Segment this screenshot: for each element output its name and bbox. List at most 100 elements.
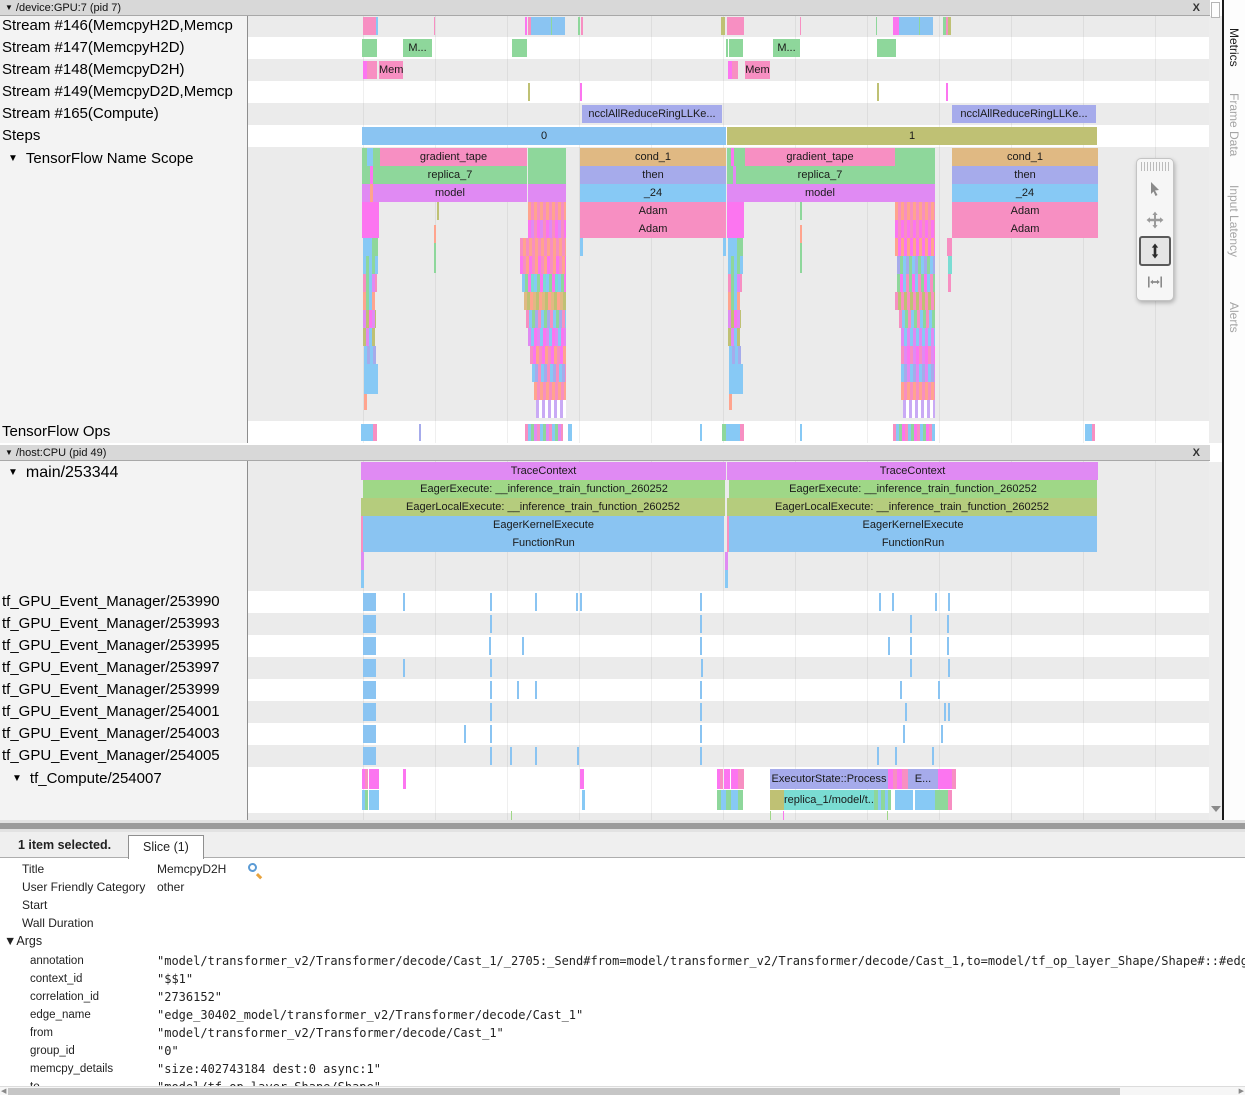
slice[interactable]: [362, 184, 370, 202]
slice-adam[interactable]: Adam: [952, 220, 1098, 238]
slice[interactable]: [363, 274, 377, 292]
event-tick-slice[interactable]: [517, 681, 519, 699]
tab-slice[interactable]: Slice (1): [128, 835, 204, 859]
slice[interactable]: [736, 166, 745, 184]
slice[interactable]: [877, 39, 896, 57]
slice[interactable]: [729, 39, 743, 57]
event-tick-slice[interactable]: [938, 681, 940, 699]
tab-input-latency[interactable]: Input Latency: [1227, 185, 1241, 257]
slice[interactable]: [728, 310, 741, 328]
slice-executorstate-process[interactable]: ExecutorState::Process: [770, 769, 888, 789]
collapse-arrow-icon[interactable]: ▼: [8, 467, 18, 478]
slice[interactable]: [738, 769, 744, 789]
tab-metrics[interactable]: Metrics: [1227, 28, 1241, 67]
gpu-scrollbar-thumb[interactable]: [1211, 2, 1220, 18]
slice[interactable]: [361, 552, 364, 570]
slice[interactable]: [434, 243, 436, 273]
zoom-tool-button[interactable]: [1139, 236, 1171, 266]
slice[interactable]: [361, 570, 364, 588]
event-tick-slice[interactable]: [910, 659, 912, 677]
event-manager-slice[interactable]: [363, 725, 376, 743]
slice[interactable]: [731, 769, 738, 789]
slice[interactable]: [419, 424, 421, 441]
slice[interactable]: [948, 256, 952, 274]
slice-ncclallreduceringllke[interactable]: ncclAllReduceRingLLKe...: [582, 105, 722, 123]
slice[interactable]: [727, 17, 744, 35]
slice[interactable]: [738, 790, 743, 810]
slice[interactable]: [731, 790, 738, 810]
slice-24[interactable]: _24: [952, 184, 1098, 202]
slice[interactable]: [568, 424, 572, 441]
slice-e[interactable]: E...: [908, 769, 938, 789]
slice[interactable]: [363, 310, 376, 328]
slice[interactable]: [726, 39, 728, 57]
slice[interactable]: [895, 292, 935, 310]
slice[interactable]: [725, 570, 728, 588]
slice[interactable]: [770, 811, 771, 820]
slice[interactable]: [524, 292, 566, 310]
event-tick-slice[interactable]: [948, 703, 950, 721]
slice[interactable]: [369, 790, 379, 810]
slice[interactable]: [362, 790, 368, 810]
slice[interactable]: [403, 769, 406, 789]
slice-model[interactable]: model: [373, 184, 527, 202]
event-tick-slice[interactable]: [700, 703, 702, 721]
event-tick-slice[interactable]: [932, 747, 934, 765]
event-tick-slice[interactable]: [576, 593, 578, 611]
gpu-vertical-scrollbar[interactable]: [1209, 16, 1222, 443]
slice-cond-1[interactable]: cond_1: [580, 148, 726, 166]
event-tick-slice[interactable]: [403, 659, 405, 677]
event-tick-slice[interactable]: [895, 747, 897, 765]
slice[interactable]: [362, 220, 379, 238]
slice[interactable]: [729, 346, 741, 364]
event-tick-slice[interactable]: [903, 725, 905, 743]
event-tick-slice[interactable]: [490, 725, 492, 743]
slice[interactable]: [700, 424, 702, 441]
slice[interactable]: [899, 17, 933, 35]
slice[interactable]: [915, 790, 935, 810]
event-tick-slice[interactable]: [900, 681, 902, 699]
event-tick-slice[interactable]: [910, 615, 912, 633]
row-main-thread-label[interactable]: ▼main/253344: [0, 463, 247, 483]
slice[interactable]: [727, 220, 744, 238]
event-tick-slice[interactable]: [464, 725, 466, 743]
slice[interactable]: [740, 424, 744, 441]
slice[interactable]: [887, 811, 888, 820]
event-tick-slice[interactable]: [700, 725, 702, 743]
slice[interactable]: [531, 17, 565, 35]
slice[interactable]: [363, 256, 378, 274]
event-tick-slice[interactable]: [947, 615, 949, 633]
slice[interactable]: [895, 220, 935, 238]
slice[interactable]: [901, 328, 935, 346]
slice[interactable]: [578, 17, 580, 35]
slice[interactable]: [877, 83, 879, 101]
slice[interactable]: [726, 424, 740, 441]
slice[interactable]: [800, 17, 801, 35]
slice-24[interactable]: _24: [580, 184, 726, 202]
event-manager-slice[interactable]: [363, 681, 376, 699]
slice[interactable]: [362, 769, 368, 789]
tab-alerts[interactable]: Alerts: [1227, 302, 1241, 333]
slice[interactable]: [727, 202, 744, 220]
slice[interactable]: [800, 225, 802, 243]
slice[interactable]: [901, 382, 935, 400]
event-tick-slice[interactable]: [701, 659, 703, 677]
slice[interactable]: [367, 61, 377, 79]
slice[interactable]: [947, 238, 952, 256]
slice[interactable]: [901, 364, 935, 382]
cpu-scroll-down-icon[interactable]: [1211, 806, 1221, 812]
slice-eagerlocalexecute-inference-train-function-260252[interactable]: EagerLocalExecute: __inference_train_fun…: [361, 498, 725, 516]
slice[interactable]: [511, 811, 512, 820]
event-tick-slice[interactable]: [905, 703, 907, 721]
event-tick-slice[interactable]: [403, 593, 405, 611]
slice[interactable]: [362, 202, 379, 220]
event-tick-slice[interactable]: [490, 593, 492, 611]
slice[interactable]: [525, 424, 563, 441]
slice[interactable]: [530, 346, 566, 364]
palette-drag-handle[interactable]: [1141, 162, 1169, 171]
slice[interactable]: [363, 238, 372, 256]
cpu-panel-header[interactable]: ▼/host:CPU (pid 49) X: [0, 445, 1210, 461]
slice-adam[interactable]: Adam: [580, 220, 726, 238]
event-tick-slice[interactable]: [941, 725, 943, 743]
slice[interactable]: [364, 364, 378, 394]
